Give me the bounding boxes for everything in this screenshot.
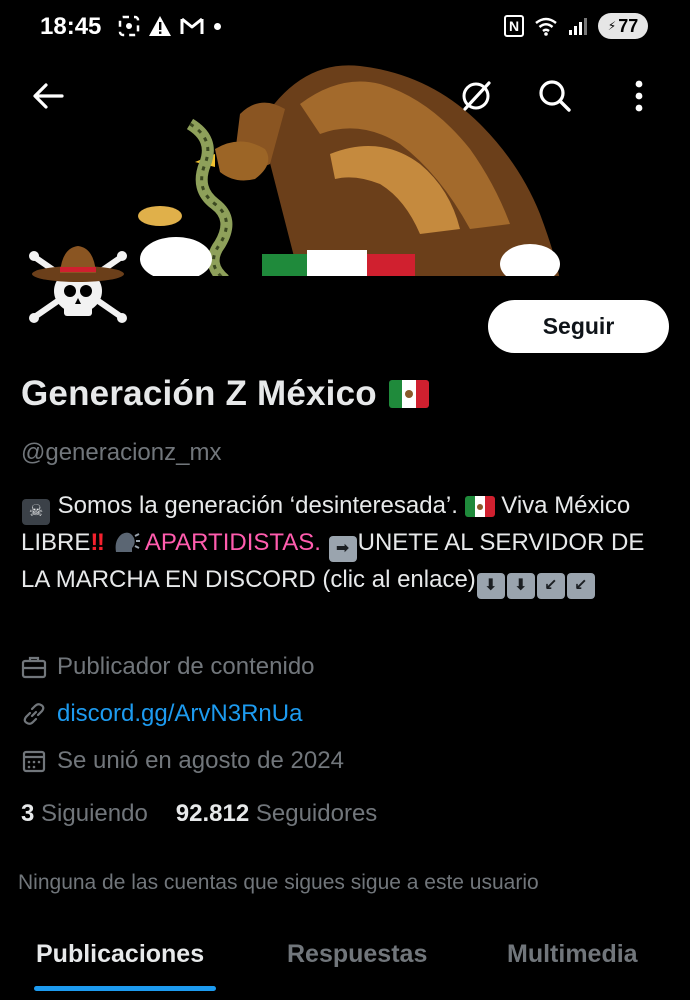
bio-highlight: APARTIDISTAS. [144, 529, 321, 556]
active-tab-indicator [34, 986, 216, 991]
right-arrow-icon: ➡ [328, 536, 357, 562]
joined-text: Se unió en agosto de 2024 [57, 747, 344, 774]
followers-count: 92.812 [175, 800, 250, 827]
notification-dot [214, 22, 221, 30]
calendar-icon [22, 750, 46, 773]
down-arrow-icon: ⬇ [506, 573, 535, 599]
skull-sombrero-avatar-image [20, 236, 140, 336]
category-text: Publicador de contenido [57, 653, 315, 680]
screenshot-icon [118, 15, 140, 37]
followers-link[interactable]: 92.812 Seguidores [176, 800, 378, 828]
briefcase-icon [21, 656, 47, 679]
search-button[interactable] [531, 72, 579, 120]
status-time: 18:45 [40, 13, 102, 40]
speaking-head-icon [115, 532, 140, 552]
avatar[interactable] [20, 236, 140, 336]
display-name: Generación Z México [21, 374, 377, 413]
handle: @generacionz_mx [21, 439, 222, 466]
more-vert-icon [635, 80, 643, 112]
back-button[interactable] [24, 72, 72, 120]
wifi-icon [535, 17, 557, 36]
following-label: Siguiendo [41, 800, 148, 827]
profile-category: Publicador de contenido [21, 653, 315, 681]
link-text[interactable]: discord.gg/ArvN3RnUa [57, 700, 302, 728]
status-bar: 18:45 N ⚡ 77 [0, 0, 690, 54]
follow-stats: 3 Siguiendo 92.812 Seguidores [21, 800, 377, 828]
mexico-flag-icon [464, 496, 495, 518]
profile-tabs: Publicaciones Respuestas Multimedia [0, 930, 690, 1000]
gmail-icon [180, 17, 204, 34]
bio: ☠ Somos la generación ‘desinteresada’. V… [21, 488, 661, 599]
tab-publicaciones[interactable]: Publicaciones [36, 940, 204, 969]
bio-text-1: Somos la generación ‘desinteresada’. [57, 492, 458, 519]
nfc-icon: N [504, 15, 524, 37]
follow-button[interactable]: Seguir [488, 300, 669, 353]
more-button[interactable] [615, 72, 663, 120]
join-date: Se unió en agosto de 2024 [21, 747, 344, 775]
following-link[interactable]: 3 Siguiendo [21, 800, 148, 828]
display-name-row: Generación Z México [21, 374, 429, 414]
pirate-flag-icon: ☠ [22, 499, 50, 525]
following-count: 3 [21, 800, 35, 827]
battery-level: 77 [618, 15, 639, 36]
signal-icon [569, 18, 587, 35]
link-icon [23, 703, 45, 725]
followers-you-know-notice: Ninguna de las cuentas que sigues sigue … [18, 871, 539, 894]
double-exclamation-icon: ‼ [90, 529, 105, 556]
down-arrow-icon: ⬇ [476, 573, 505, 599]
mexico-flag-icon [388, 380, 429, 408]
arrow-left-icon [33, 83, 64, 109]
search-icon [539, 80, 571, 112]
tab-multimedia[interactable]: Multimedia [507, 940, 638, 969]
grok-icon [462, 81, 491, 111]
followers-label: Seguidores [255, 800, 378, 827]
tab-respuestas[interactable]: Respuestas [287, 940, 427, 969]
battery-icon: ⚡ 77 [598, 13, 648, 39]
profile-link[interactable]: discord.gg/ArvN3RnUa [21, 700, 302, 728]
down-left-arrow-icon: ↙ [566, 573, 595, 599]
alert-icon [149, 16, 171, 36]
grok-button[interactable] [452, 72, 500, 120]
down-left-arrow-icon: ↙ [536, 573, 565, 599]
